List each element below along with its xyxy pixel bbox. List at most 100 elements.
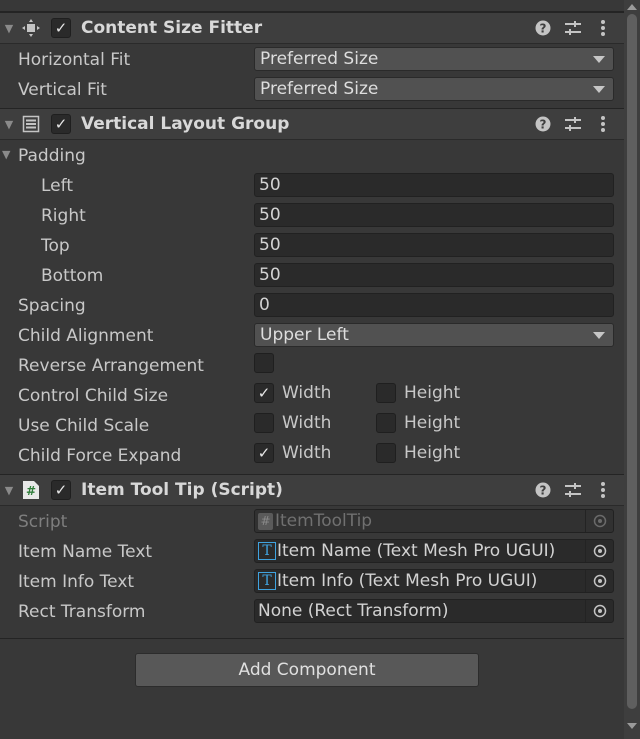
rect-transform-object-field[interactable]: None (Rect Transform) xyxy=(254,599,614,623)
kebab-menu-icon[interactable] xyxy=(594,481,612,499)
item-name-text-object-field[interactable]: T Item Name (Text Mesh Pro UGUI) xyxy=(254,539,614,563)
property-row-child-force-expand: Child Force Expand ✓ Width Height xyxy=(0,440,624,470)
property-label: Spacing xyxy=(18,296,86,316)
property-label: Horizontal Fit xyxy=(18,50,131,70)
scroll-up-arrow-icon[interactable] xyxy=(627,4,637,10)
control-child-size-width-checkbox[interactable]: ✓ xyxy=(254,383,274,403)
object-picker-icon[interactable] xyxy=(585,570,613,592)
property-label: Bottom xyxy=(41,266,104,286)
item-info-text-object-field[interactable]: T Item Info (Text Mesh Pro UGUI) xyxy=(254,569,614,593)
foldout-arrow-icon[interactable]: ▼ xyxy=(0,484,18,497)
object-field-value: None (Rect Transform) xyxy=(258,601,449,621)
vertical-fit-dropdown[interactable]: Preferred Size xyxy=(254,77,614,101)
dropdown-value: Upper Left xyxy=(260,325,349,345)
dropdown-arrow-icon xyxy=(593,332,605,339)
dropdown-arrow-icon xyxy=(593,86,605,93)
help-icon[interactable]: ? xyxy=(534,481,552,499)
checkbox-label: Width xyxy=(282,413,332,433)
checkmark-icon: ✓ xyxy=(54,114,68,133)
child-force-expand-height-checkbox[interactable] xyxy=(376,443,396,463)
svg-text:#: # xyxy=(26,484,36,498)
use-child-scale-height-checkbox[interactable] xyxy=(376,413,396,433)
script-icon: # xyxy=(20,479,42,501)
checkmark-icon: ✓ xyxy=(257,443,271,462)
property-row-horizontal-fit: Horizontal Fit Preferred Size xyxy=(0,44,624,74)
control-child-size-height-checkbox[interactable] xyxy=(376,383,396,403)
right-padding-input[interactable]: 50 xyxy=(254,203,614,227)
add-component-button[interactable]: Add Component xyxy=(135,653,479,687)
kebab-menu-icon[interactable] xyxy=(594,19,612,37)
checkbox-label: Width xyxy=(282,383,332,403)
scroll-down-arrow-icon[interactable] xyxy=(627,723,637,729)
svg-text:?: ? xyxy=(540,118,547,132)
property-row-item-info-text: Item Info Text T Item Info (Text Mesh Pr… xyxy=(0,566,624,596)
spacing-input[interactable]: 0 xyxy=(254,293,614,317)
property-label: Use Child Scale xyxy=(18,416,150,436)
property-row-padding[interactable]: ▼ Padding xyxy=(0,140,624,170)
component-title: Vertical Layout Group xyxy=(81,114,290,134)
foldout-arrow-icon[interactable]: ▼ xyxy=(0,22,18,35)
presets-icon[interactable] xyxy=(564,115,582,133)
component-enabled-checkbox[interactable]: ✓ xyxy=(51,18,71,38)
property-row-vertical-fit: Vertical Fit Preferred Size xyxy=(0,74,624,104)
property-row-script: Script # ItemToolTip xyxy=(0,506,624,536)
property-label: Left xyxy=(41,176,73,196)
object-picker-icon xyxy=(585,510,613,532)
checkmark-icon: ✓ xyxy=(257,383,271,402)
svg-text:?: ? xyxy=(540,484,547,498)
checkmark-icon: ✓ xyxy=(54,18,68,37)
dropdown-value: Preferred Size xyxy=(260,49,379,69)
top-divider xyxy=(0,0,624,12)
property-row-item-name-text: Item Name Text T Item Name (Text Mesh Pr… xyxy=(0,536,624,566)
use-child-scale-width-checkbox[interactable] xyxy=(254,413,274,433)
component-enabled-checkbox[interactable]: ✓ xyxy=(51,114,71,134)
property-label: Child Force Expand xyxy=(18,446,182,466)
child-force-expand-width-checkbox[interactable]: ✓ xyxy=(254,443,274,463)
property-label: Right xyxy=(41,206,86,226)
inspector-panel: ▼ ✓ Content Size Fitter ? Horizontal Fit… xyxy=(0,0,624,739)
vertical-layout-group-icon xyxy=(20,113,42,135)
scrollbar-thumb[interactable] xyxy=(627,14,637,709)
left-padding-input[interactable]: 50 xyxy=(254,173,614,197)
kebab-menu-icon[interactable] xyxy=(594,115,612,133)
property-row-child-alignment: Child Alignment Upper Left xyxy=(0,320,624,350)
add-component-area: Add Component xyxy=(0,638,624,718)
property-label: Reverse Arrangement xyxy=(18,356,204,376)
object-picker-icon[interactable] xyxy=(585,540,613,562)
object-field-value: Item Name (Text Mesh Pro UGUI) xyxy=(277,541,556,561)
script-object-field: # ItemToolTip xyxy=(254,509,614,533)
component-title: Item Tool Tip (Script) xyxy=(81,480,283,500)
text-mesh-pro-icon: T xyxy=(258,542,276,560)
component-header-content-size-fitter[interactable]: ▼ ✓ Content Size Fitter ? xyxy=(0,12,624,44)
foldout-arrow-icon[interactable]: ▼ xyxy=(2,148,10,161)
object-field-value: ItemToolTip xyxy=(275,511,373,531)
help-icon[interactable]: ? xyxy=(534,115,552,133)
property-row-bottom: Bottom 50 xyxy=(0,260,624,290)
component-header-vertical-layout-group[interactable]: ▼ ✓ Vertical Layout Group ? xyxy=(0,108,624,140)
text-mesh-pro-icon: T xyxy=(258,572,276,590)
presets-icon[interactable] xyxy=(564,481,582,499)
property-row-reverse-arrangement: Reverse Arrangement xyxy=(0,350,624,380)
vertical-scrollbar[interactable] xyxy=(624,0,640,739)
help-icon[interactable]: ? xyxy=(534,19,552,37)
horizontal-fit-dropdown[interactable]: Preferred Size xyxy=(254,47,614,71)
bottom-padding-input[interactable]: 50 xyxy=(254,263,614,287)
property-label: Vertical Fit xyxy=(18,80,107,100)
reverse-arrangement-checkbox[interactable] xyxy=(254,353,274,373)
top-padding-input[interactable]: 50 xyxy=(254,233,614,257)
property-row-use-child-scale: Use Child Scale Width Height xyxy=(0,410,624,440)
property-label: Script xyxy=(18,512,68,532)
foldout-arrow-icon[interactable]: ▼ xyxy=(0,118,18,131)
component-header-item-tool-tip[interactable]: ▼ # ✓ Item Tool Tip (Script) ? xyxy=(0,474,624,506)
checkbox-label: Width xyxy=(282,443,332,463)
svg-text:?: ? xyxy=(540,22,547,36)
object-picker-icon[interactable] xyxy=(585,600,613,622)
property-row-spacing: Spacing 0 xyxy=(0,290,624,320)
component-enabled-checkbox[interactable]: ✓ xyxy=(51,480,71,500)
property-label: Top xyxy=(41,236,70,256)
presets-icon[interactable] xyxy=(564,19,582,37)
property-label: Control Child Size xyxy=(18,386,169,406)
content-size-fitter-icon xyxy=(20,17,42,39)
property-row-left: Left 50 xyxy=(0,170,624,200)
child-alignment-dropdown[interactable]: Upper Left xyxy=(254,323,614,347)
